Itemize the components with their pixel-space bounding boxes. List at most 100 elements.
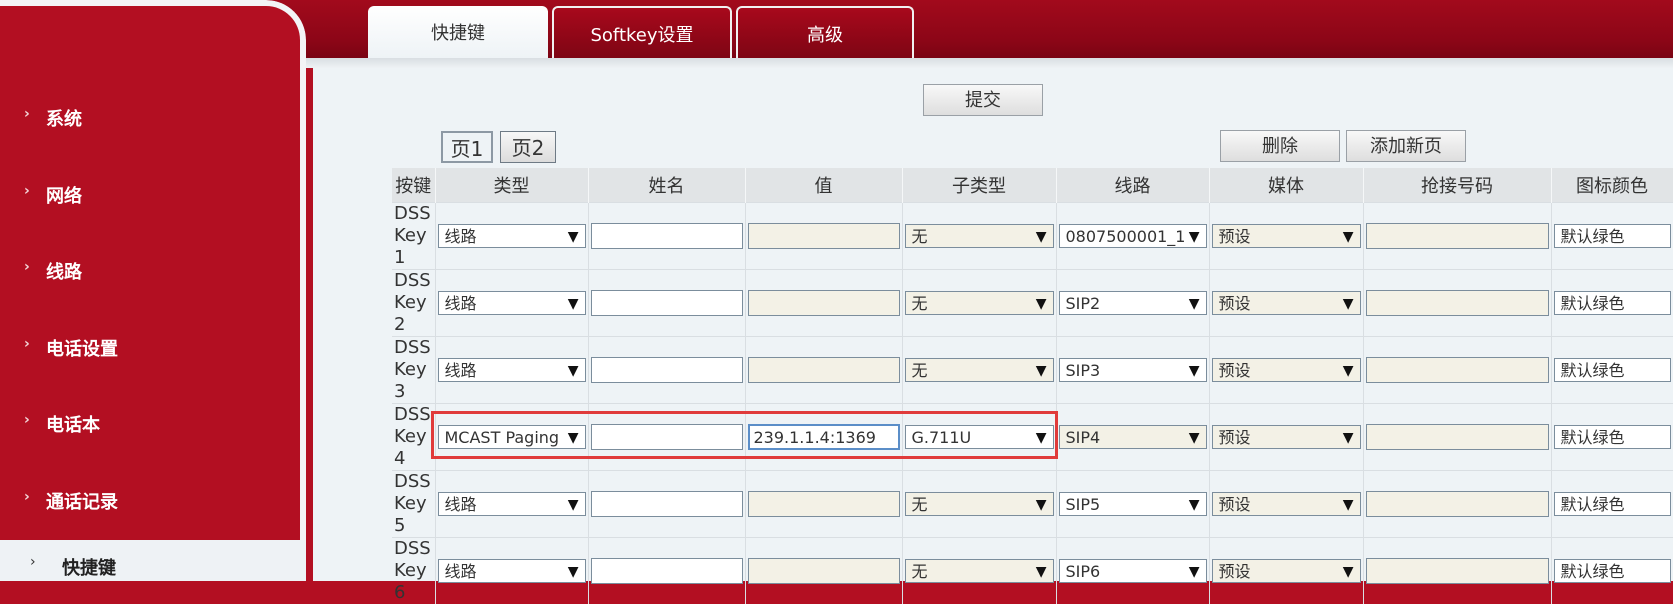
type-select[interactable]: 线路▼ [438, 224, 586, 248]
dropdown-arrow-icon: ▼ [1036, 493, 1047, 516]
subtype-select[interactable]: G.711U▼ [905, 425, 1054, 449]
tab-softkey-settings[interactable]: Softkey设置 [552, 6, 732, 58]
line-select[interactable]: SIP4▼ [1059, 425, 1207, 449]
type-select[interactable]: 线路▼ [438, 358, 586, 382]
column-header-name: 姓名 [588, 168, 745, 203]
chevron-right-icon: › [24, 412, 30, 428]
dropdown-arrow-icon: ▼ [568, 493, 579, 516]
tab-advanced[interactable]: 高级 [736, 6, 914, 58]
icon-color-select[interactable]: 默认绿色 [1554, 492, 1671, 516]
icon-color-select[interactable]: 默认绿色 [1554, 559, 1671, 583]
chevron-right-icon: › [24, 336, 30, 352]
chevron-right-icon: › [24, 259, 30, 275]
column-header-line: 线路 [1056, 168, 1209, 203]
dropdown-arrow-icon: ▼ [568, 225, 579, 248]
icon-color-select[interactable]: 默认绿色 [1554, 291, 1671, 315]
media-select[interactable]: 预设▼ [1212, 358, 1361, 382]
sidebar-item-label: 电话设置 [46, 335, 118, 361]
value-input[interactable] [748, 491, 900, 517]
table-row: DSSKey5 线路▼ 无▼ SIP5▼ 预设▼ 默认绿色 [392, 471, 1673, 538]
line-select[interactable]: 0807500001_1▼ [1059, 224, 1207, 248]
line-select[interactable]: SIP3▼ [1059, 358, 1207, 382]
media-select[interactable]: 预设▼ [1212, 559, 1361, 583]
page1-button[interactable]: 页1 [441, 131, 493, 163]
page2-button[interactable]: 页2 [500, 131, 556, 163]
sidebar-item-shortcut-keys[interactable]: › 快捷键 [0, 540, 306, 581]
chevron-right-icon: › [24, 183, 30, 199]
name-input[interactable] [591, 491, 743, 517]
table-row: DSSKey2 线路▼ 无▼ SIP2▼ 预设▼ 默认绿色 [392, 270, 1673, 337]
line-select[interactable]: SIP5▼ [1059, 492, 1207, 516]
chevron-right-icon: › [24, 489, 30, 505]
name-input[interactable] [591, 558, 743, 584]
sidebar-item-call-log[interactable]: › 通话记录 [0, 479, 300, 519]
table-header-row: 按键 类型 姓名 值 子类型 线路 媒体 抢接号码 图标颜色 [392, 168, 1673, 203]
subtype-select[interactable]: 无▼ [905, 291, 1054, 315]
pickup-number-input[interactable] [1366, 424, 1549, 450]
tab-shortcut-keys[interactable]: 快捷键 [368, 6, 548, 58]
type-select[interactable]: MCAST Paging▼ [438, 425, 586, 449]
value-input[interactable] [748, 357, 900, 383]
sidebar-item-phone-settings[interactable]: › 电话设置 [0, 326, 300, 366]
name-input[interactable] [591, 290, 743, 316]
line-select[interactable]: SIP6▼ [1059, 559, 1207, 583]
sidebar-item-phonebook[interactable]: › 电话本 [0, 402, 300, 442]
header-divider [300, 58, 1673, 68]
sidebar-item-system[interactable]: › 系统 [0, 96, 300, 136]
dropdown-arrow-icon: ▼ [1036, 359, 1047, 382]
delete-button[interactable]: 删除 [1220, 130, 1340, 162]
dss-key-label: DSSKey4 [392, 404, 435, 471]
pickup-number-input[interactable] [1366, 558, 1549, 584]
dropdown-arrow-icon: ▼ [568, 359, 579, 382]
dropdown-arrow-icon: ▼ [568, 560, 579, 583]
type-select[interactable]: 线路▼ [438, 492, 586, 516]
add-page-button[interactable]: 添加新页 [1346, 130, 1466, 162]
sidebar: › 系统 › 网络 › 线路 › 电话设置 › 电话本 › 通话记录 › 快捷键 [0, 0, 306, 581]
column-header-value: 值 [745, 168, 902, 203]
type-select[interactable]: 线路▼ [438, 291, 586, 315]
subtype-select[interactable]: 无▼ [905, 492, 1054, 516]
pickup-number-input[interactable] [1366, 290, 1549, 316]
sidebar-item-label: 电话本 [46, 411, 100, 437]
pickup-number-input[interactable] [1366, 223, 1549, 249]
value-input[interactable]: 239.1.1.4:1369 [748, 424, 900, 450]
chevron-right-icon: › [30, 554, 36, 570]
dss-key-label: DSSKey5 [392, 471, 435, 538]
sidebar-item-label: 线路 [46, 258, 82, 284]
name-input[interactable] [591, 223, 743, 249]
value-input[interactable] [748, 558, 900, 584]
dropdown-arrow-icon: ▼ [1343, 225, 1354, 248]
icon-color-select[interactable]: 默认绿色 [1554, 224, 1671, 248]
sidebar-item-lines[interactable]: › 线路 [0, 249, 300, 289]
media-select[interactable]: 预设▼ [1212, 224, 1361, 248]
column-header-key: 按键 [392, 168, 435, 203]
table-row: DSSKey4 MCAST Paging▼ 239.1.1.4:1369 G.7… [392, 404, 1673, 471]
subtype-select[interactable]: 无▼ [905, 358, 1054, 382]
column-header-type: 类型 [435, 168, 588, 203]
icon-color-select[interactable]: 默认绿色 [1554, 358, 1671, 382]
value-input[interactable] [748, 223, 900, 249]
subtype-select[interactable]: 无▼ [905, 224, 1054, 248]
icon-color-select[interactable]: 默认绿色 [1554, 425, 1671, 449]
table-row: DSSKey6 线路▼ 无▼ SIP6▼ 预设▼ 默认绿色 [392, 538, 1673, 604]
pickup-number-input[interactable] [1366, 357, 1549, 383]
dropdown-arrow-icon: ▼ [1036, 560, 1047, 583]
sidebar-item-label: 网络 [46, 182, 82, 208]
sidebar-item-network[interactable]: › 网络 [0, 173, 300, 213]
dropdown-arrow-icon: ▼ [1343, 493, 1354, 516]
dropdown-arrow-icon: ▼ [1036, 292, 1047, 315]
pickup-number-input[interactable] [1366, 491, 1549, 517]
submit-button[interactable]: 提交 [923, 84, 1043, 116]
line-select[interactable]: SIP2▼ [1059, 291, 1207, 315]
table-row: DSSKey1 线路▼ 无▼ 0807500001_1▼ 预设▼ 默认绿色 [392, 203, 1673, 270]
media-select[interactable]: 预设▼ [1212, 425, 1361, 449]
media-select[interactable]: 预设▼ [1212, 492, 1361, 516]
table-row: DSSKey3 线路▼ 无▼ SIP3▼ 预设▼ 默认绿色 [392, 337, 1673, 404]
media-select[interactable]: 预设▼ [1212, 291, 1361, 315]
value-input[interactable] [748, 290, 900, 316]
name-input[interactable] [591, 424, 743, 450]
type-select[interactable]: 线路▼ [438, 559, 586, 583]
dropdown-arrow-icon: ▼ [568, 426, 579, 449]
name-input[interactable] [591, 357, 743, 383]
subtype-select[interactable]: 无▼ [905, 559, 1054, 583]
